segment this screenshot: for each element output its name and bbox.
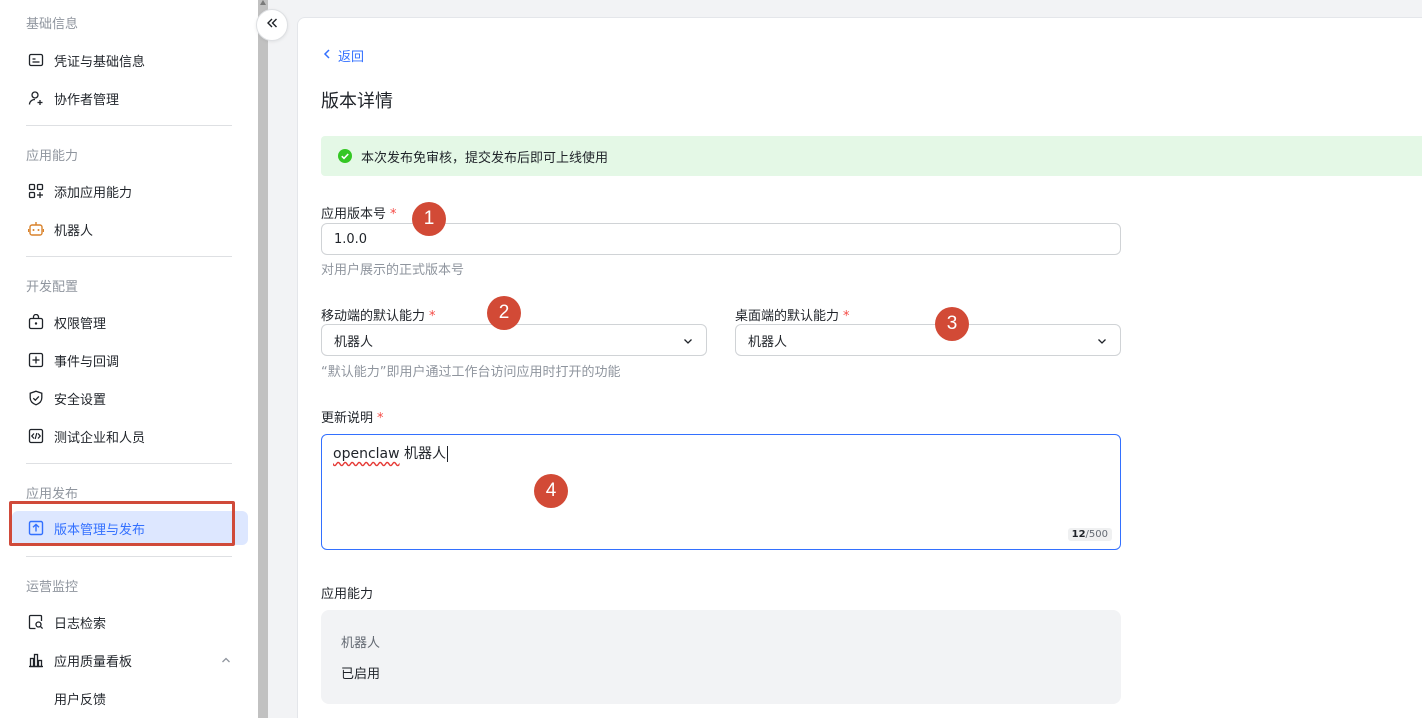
sidebar-divider — [26, 256, 232, 257]
notice-text: 本次发布免审核，提交发布后即可上线使用 — [361, 150, 609, 166]
capability-card: 机器人 已启用 — [321, 610, 1121, 704]
log-search-icon — [26, 612, 46, 632]
default-ability-hint: “默认能力”即用户通过工作台访问应用时打开的功能 — [321, 365, 621, 380]
version-hint: 对用户展示的正式版本号 — [321, 263, 465, 278]
annotation-badge: 4 — [534, 474, 568, 508]
char-counter: 12/500 — [1067, 528, 1112, 541]
update-notes-label: 更新说明 * — [321, 407, 384, 426]
back-link[interactable]: 返回 — [322, 46, 364, 65]
sidebar-item-test-org[interactable]: 测试企业和人员 — [12, 419, 248, 453]
apps-add-icon — [26, 181, 46, 201]
sidebar-item-label: 安全设置 — [54, 392, 107, 408]
sidebar: 基础信息 凭证与基础信息 协作者管理 应用能力 添加应用能力 机器人 开发配置 … — [0, 0, 258, 718]
version-value: 1.0.0 — [334, 231, 368, 247]
group-title-ops: 运营监控 — [26, 580, 79, 595]
sidebar-item-label: 用户反馈 — [54, 692, 107, 708]
sidebar-item-label: 应用质量看板 — [54, 654, 133, 670]
mobile-default-select[interactable]: 机器人 — [321, 324, 707, 356]
shield-icon — [26, 388, 46, 408]
sidebar-item-events[interactable]: 事件与回调 — [12, 343, 248, 377]
page-title: 版本详情 — [321, 91, 393, 112]
required-mark: * — [429, 309, 436, 324]
chevron-down-icon — [1096, 335, 1108, 351]
update-notes-label-text: 更新说明 — [321, 411, 374, 426]
sidebar-item-credentials[interactable]: 凭证与基础信息 — [12, 43, 248, 77]
sidebar-item-quality[interactable]: 应用质量看板 — [12, 643, 248, 677]
desktop-default-label: 桌面端的默认能力 * — [735, 305, 850, 324]
required-mark: * — [390, 207, 397, 222]
group-title-dev: 开发配置 — [26, 280, 79, 295]
capability-status: 已启用 — [341, 667, 381, 682]
update-notes-text: 机器人 — [399, 446, 447, 462]
id-card-icon — [26, 50, 46, 70]
chevron-left-icon — [322, 48, 338, 64]
desktop-default-value: 机器人 — [748, 334, 788, 350]
sidebar-item-label: 机器人 — [54, 223, 94, 239]
update-notes-textarea[interactable]: openclaw 机器人 12/500 — [321, 434, 1121, 550]
check-circle-icon — [337, 148, 353, 164]
desktop-default-label-text: 桌面端的默认能力 — [735, 309, 840, 324]
sidebar-item-label: 事件与回调 — [54, 354, 120, 370]
sidebar-scrollbar[interactable] — [258, 0, 268, 718]
capabilities-label: 应用能力 — [321, 587, 374, 602]
code-box-icon — [26, 426, 46, 446]
sidebar-item-label: 测试企业和人员 — [54, 430, 146, 446]
sidebar-item-feedback[interactable]: 用户反馈 — [12, 681, 248, 715]
chevron-down-icon — [682, 335, 694, 351]
sidebar-item-label: 日志检索 — [54, 616, 107, 632]
sidebar-divider — [26, 125, 232, 126]
sidebar-item-logs[interactable]: 日志检索 — [12, 605, 248, 639]
char-max: /500 — [1085, 529, 1108, 540]
sidebar-divider — [26, 556, 232, 557]
success-notice: 本次发布免审核，提交发布后即可上线使用 — [321, 136, 1422, 176]
sidebar-item-label: 凭证与基础信息 — [54, 54, 146, 70]
sidebar-item-label: 协作者管理 — [54, 92, 120, 108]
char-count: 12 — [1071, 529, 1086, 540]
group-title-publish: 应用发布 — [26, 487, 79, 502]
bar-chart-icon — [26, 650, 46, 670]
annotation-badge: 1 — [412, 202, 446, 236]
required-mark: * — [377, 411, 384, 426]
text-caret — [447, 446, 449, 462]
collapse-sidebar-button[interactable] — [256, 9, 288, 41]
group-title-basic: 基础信息 — [26, 17, 79, 32]
sidebar-item-permissions[interactable]: 权限管理 — [12, 305, 248, 339]
version-label-text: 应用版本号 — [321, 207, 387, 222]
version-label: 应用版本号 * — [321, 203, 397, 222]
lock-box-icon — [26, 312, 46, 332]
chevron-up-icon[interactable] — [220, 654, 232, 670]
robot-icon — [26, 219, 46, 239]
annotation-badge: 3 — [935, 307, 969, 341]
sidebar-item-collaborators[interactable]: 协作者管理 — [12, 81, 248, 115]
sidebar-item-add-ability[interactable]: 添加应用能力 — [12, 174, 248, 208]
user-add-icon — [26, 88, 46, 108]
scroll-up-arrow-icon[interactable] — [260, 0, 266, 5]
event-add-icon — [26, 350, 46, 370]
double-chevron-left-icon — [265, 16, 279, 34]
mobile-default-value: 机器人 — [334, 334, 374, 350]
mobile-default-label: 移动端的默认能力 * — [321, 305, 436, 324]
sidebar-divider — [26, 463, 232, 464]
sidebar-item-label: 添加应用能力 — [54, 185, 133, 201]
annotation-badge: 2 — [487, 296, 521, 330]
group-title-ability: 应用能力 — [26, 149, 79, 164]
mobile-default-label-text: 移动端的默认能力 — [321, 309, 426, 324]
required-mark: * — [843, 309, 850, 324]
back-label: 返回 — [338, 50, 365, 65]
highlight-box — [9, 501, 235, 546]
update-notes-word: openclaw — [333, 446, 400, 462]
sidebar-item-security[interactable]: 安全设置 — [12, 381, 248, 415]
desktop-default-select[interactable]: 机器人 — [735, 324, 1121, 356]
capability-name: 机器人 — [341, 636, 381, 651]
sidebar-item-label: 权限管理 — [54, 316, 107, 332]
sidebar-item-bot[interactable]: 机器人 — [12, 212, 248, 246]
